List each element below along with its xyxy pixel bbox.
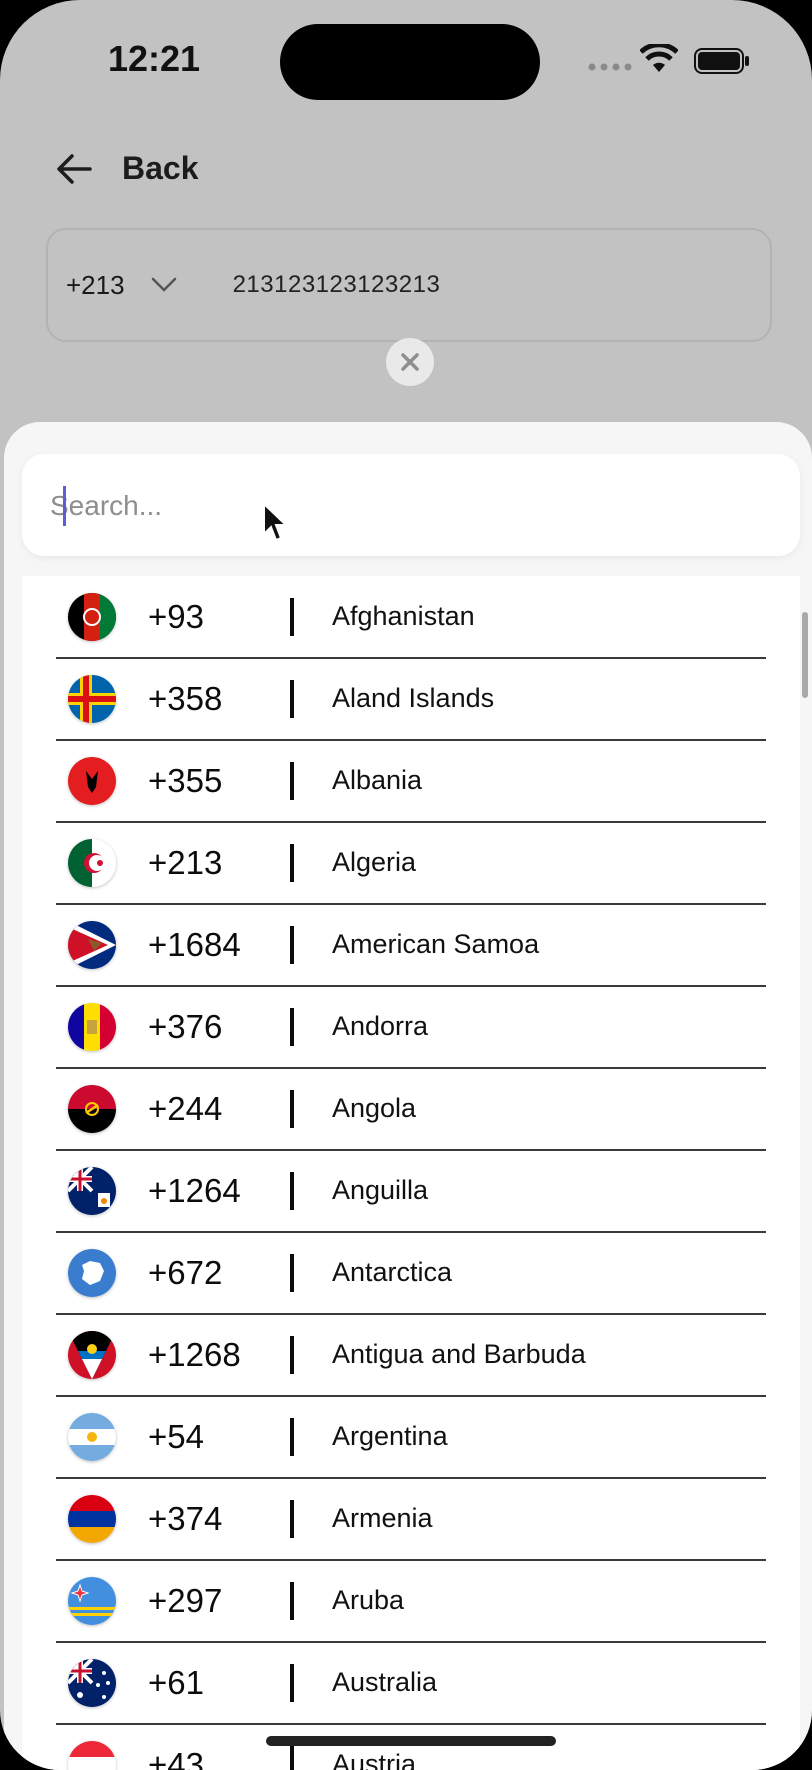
separator	[290, 1254, 294, 1292]
country-name: Algeria	[332, 847, 417, 877]
separator	[290, 598, 294, 636]
back-label: Back	[122, 150, 199, 186]
search-box[interactable]	[22, 454, 800, 556]
country-name: Anguilla	[332, 1175, 429, 1205]
anguilla-flag-icon	[68, 1167, 116, 1215]
search-input[interactable]	[48, 472, 752, 540]
country-row[interactable]: +1264 Anguilla	[22, 1150, 800, 1233]
country-dial-code: +672	[148, 1254, 223, 1291]
separator	[290, 926, 294, 964]
country-picker-sheet: +93 Afghanistan +358 Aland Islands +355 Alban…	[4, 422, 812, 1770]
status-time: 12:21	[108, 38, 201, 79]
country-row[interactable]: +61 Australia	[22, 1642, 800, 1725]
back-arrow-icon	[57, 153, 92, 184]
country-row[interactable]: +358 Aland Islands	[22, 658, 800, 741]
country-name: Afghanistan	[332, 601, 475, 631]
country-dial-code: +54	[148, 1418, 204, 1455]
country-row[interactable]: +213 Algeria	[22, 822, 800, 905]
country-name: Argentina	[332, 1421, 448, 1451]
country-dial-code: +376	[148, 1008, 223, 1045]
separator	[290, 762, 294, 800]
mouse-pointer-icon	[263, 502, 289, 542]
country-name: Antarctica	[332, 1257, 453, 1287]
dial-code-selector[interactable]: +213	[66, 270, 125, 301]
algeria-flag-icon	[68, 839, 116, 887]
wifi-icon	[640, 44, 678, 72]
separator	[290, 1336, 294, 1374]
angola-flag-icon	[68, 1085, 116, 1133]
phone-number-field[interactable]: +213 213123123123213	[46, 228, 772, 342]
country-name: Austria	[332, 1749, 417, 1770]
country-dial-code: +244	[148, 1090, 223, 1127]
austria-flag-icon	[68, 1741, 116, 1770]
country-dial-code: +355	[148, 762, 223, 799]
scrollbar[interactable]	[802, 612, 808, 698]
afghanistan-flag-icon	[68, 593, 116, 641]
country-row[interactable]: +1684 American Samoa	[22, 904, 800, 987]
argentina-flag-icon	[68, 1413, 116, 1461]
antigua-and-barbuda-flag-icon	[68, 1331, 116, 1379]
country-row[interactable]: +374 Armenia	[22, 1478, 800, 1561]
country-row[interactable]: +376 Andorra	[22, 986, 800, 1069]
country-name: American Samoa	[332, 929, 540, 959]
country-dial-code: +93	[148, 598, 204, 635]
country-name: Andorra	[332, 1011, 429, 1041]
cellular-signal-icon	[588, 63, 632, 71]
country-list[interactable]: +93 Afghanistan +358 Aland Islands +355 Alban…	[22, 576, 800, 1770]
separator	[290, 844, 294, 882]
country-name: Australia	[332, 1667, 438, 1697]
separator	[290, 1172, 294, 1210]
country-name: Albania	[332, 765, 423, 795]
home-indicator	[266, 1736, 556, 1746]
separator	[290, 1746, 294, 1770]
separator	[290, 680, 294, 718]
separator	[290, 1582, 294, 1620]
country-dial-code: +1268	[148, 1336, 241, 1373]
country-dial-code: +297	[148, 1582, 223, 1619]
andorra-flag-icon	[68, 1003, 116, 1051]
aruba-flag-icon	[68, 1577, 116, 1625]
country-row[interactable]: +672 Antarctica	[22, 1232, 800, 1315]
australia-flag-icon	[68, 1659, 116, 1707]
separator	[290, 1500, 294, 1538]
country-row[interactable]: +1268 Antigua and Barbuda	[22, 1314, 800, 1397]
separator	[290, 1418, 294, 1456]
country-row[interactable]: +244 Angola	[22, 1068, 800, 1151]
phone-number-value[interactable]: 213123123123213	[233, 271, 441, 299]
close-sheet-button[interactable]	[386, 338, 434, 386]
armenia-flag-icon	[68, 1495, 116, 1543]
country-dial-code: +213	[148, 844, 223, 881]
separator	[290, 1090, 294, 1128]
separator	[290, 1664, 294, 1702]
country-dial-code: +374	[148, 1500, 223, 1537]
country-row[interactable]: +54 Argentina	[22, 1396, 800, 1479]
back-button[interactable]: Back	[56, 150, 199, 187]
country-name: Armenia	[332, 1503, 433, 1533]
albania-flag-icon	[68, 757, 116, 805]
battery-icon	[694, 48, 749, 74]
separator	[290, 1008, 294, 1046]
antarctica-flag-icon	[68, 1249, 116, 1297]
country-dial-code: +1684	[148, 926, 241, 963]
country-name: Aland Islands	[332, 683, 495, 713]
country-dial-code: +61	[148, 1664, 204, 1701]
country-row[interactable]: +93 Afghanistan	[22, 576, 800, 659]
country-name: Angola	[332, 1093, 417, 1123]
country-dial-code: +43	[148, 1746, 204, 1770]
phone-screen: 12:21 Back +213 213123123123213 Search..…	[0, 0, 812, 1770]
american-samoa-flag-icon	[68, 921, 116, 969]
text-caret	[63, 486, 66, 526]
country-name: Aruba	[332, 1585, 405, 1615]
country-row[interactable]: +43 Austria	[22, 1724, 800, 1770]
aland-islands-flag-icon	[68, 675, 116, 723]
country-dial-code: +358	[148, 680, 223, 717]
close-icon	[401, 353, 419, 371]
country-dial-code: +1264	[148, 1172, 241, 1209]
country-row[interactable]: +355 Albania	[22, 740, 800, 823]
country-row[interactable]: +297 Aruba	[22, 1560, 800, 1643]
chevron-down-icon[interactable]	[151, 277, 177, 293]
dynamic-island	[280, 24, 540, 100]
country-name: Antigua and Barbuda	[332, 1339, 586, 1369]
